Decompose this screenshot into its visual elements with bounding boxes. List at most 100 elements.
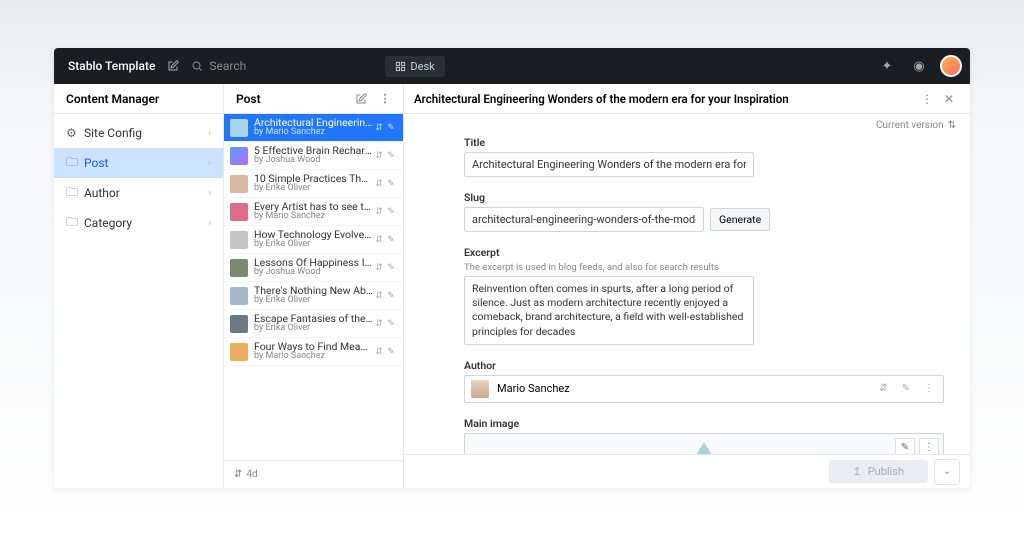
sync-icon[interactable]: ⇵ [373,207,385,217]
list-item-byline: by Erika Oliver [254,296,373,306]
document-panel: Architectural Engineering Wonders of the… [404,84,970,488]
list-item[interactable]: 5 Effective Brain Recharging ...by Joshu… [224,142,403,170]
sidebar-item-category[interactable]: 🗀 Category › [54,208,223,238]
list-item-byline: by Erika Oliver [254,324,373,334]
sync-icon[interactable]: ⇵ [373,291,385,301]
list-item-byline: by Joshua Wood [254,268,373,278]
folder-icon: 🗀 [66,213,84,234]
publish-button[interactable]: ↥ Publish [829,460,928,483]
menu-icon[interactable]: ⋮ [921,383,937,394]
edit-icon[interactable]: ✎ [385,179,397,189]
list-thumbnail [230,147,248,165]
list-thumbnail [230,315,248,333]
list-thumbnail [230,287,248,305]
post-list-header: Post [236,92,355,106]
edit-icon[interactable]: ✎ [899,383,913,394]
edit-image-icon[interactable]: ✎ [895,438,915,454]
list-item-byline: by Erika Oliver [254,184,373,194]
slug-input[interactable] [464,207,704,232]
list-item[interactable]: How Technology Evolved Un...by Erika Oli… [224,226,403,254]
image-menu-icon[interactable]: ⋮ [919,438,939,454]
sync-icon[interactable]: ⇵ [373,319,385,329]
building-image [649,442,759,454]
search-input[interactable]: Search [185,59,385,73]
edit-icon[interactable]: ✎ [385,123,397,133]
post-list-panel: Post ⋮ Architectural Engineering Wo...by… [224,84,404,488]
sync-icon[interactable]: ⇵ [373,235,385,245]
search-placeholder: Search [209,59,246,73]
chevron-updown-icon[interactable]: ⇅ [948,120,956,131]
search-icon [191,60,203,72]
edit-icon[interactable]: ✎ [385,207,397,217]
list-item[interactable]: Lessons Of Happiness I learn...by Joshua… [224,254,403,282]
brand-label: Stablo Template [62,59,161,73]
excerpt-field-label: Excerpt [464,246,910,259]
list-thumbnail [230,259,248,277]
doc-menu-icon[interactable]: ⋮ [916,92,938,106]
edit-icon[interactable]: ✎ [385,151,397,161]
unpublish-icon[interactable]: ⇵ [876,383,890,394]
title-field-label: Title [464,136,910,149]
list-item[interactable]: Architectural Engineering Wo...by Mario … [224,114,403,142]
sidebar-header: Content Manager [54,84,223,114]
list-item-byline: by Erika Oliver [254,240,373,250]
list-footer: ⇵ 4d [224,460,403,488]
folder-icon: 🗀 [66,153,84,174]
excerpt-field-hint: The excerpt is used in blog feeds, and a… [464,262,910,273]
chevron-right-icon: › [208,218,211,229]
sidebar-content-manager: Content Manager ⚙ Site Config › 🗀 Post ›… [54,84,224,488]
edit-icon[interactable]: ✎ [385,347,397,357]
sync-icon[interactable]: ⇵ [373,347,385,357]
list-item[interactable]: There's Nothing New About ...by Erika Ol… [224,282,403,310]
list-thumbnail [230,203,248,221]
mainimage-preview[interactable]: ✎ ⋮ [464,433,944,454]
document-title: Architectural Engineering Wonders of the… [414,92,916,106]
chevron-right-icon: › [208,188,211,199]
compose-icon[interactable] [355,93,375,105]
desk-tab[interactable]: Desk [385,56,444,77]
edit-icon[interactable]: ✎ [385,235,397,245]
author-field-label: Author [464,359,910,372]
author-reference[interactable]: Mario Sanchez ⇵ ✎ ⋮ [464,375,944,403]
sidebar-item-post[interactable]: 🗀 Post › [54,148,223,178]
edit-icon[interactable]: ✎ [385,319,397,329]
publish-dropdown[interactable]: ⌄ [934,459,960,485]
list-thumbnail [230,119,248,137]
chevron-right-icon: › [208,128,211,139]
sync-icon[interactable]: ⇵ [373,123,385,133]
list-item[interactable]: Escape Fantasies of the Tech...by Erika … [224,310,403,338]
title-input[interactable] [464,152,754,177]
list-item[interactable]: Every Artist has to see the A...by Mario… [224,198,403,226]
edit-icon[interactable]: ✎ [385,291,397,301]
slug-field-label: Slug [464,191,910,204]
sidebar-item-site-config[interactable]: ⚙ Site Config › [54,118,223,148]
user-avatar[interactable] [940,55,962,77]
list-thumbnail [230,343,248,361]
sidebar-item-author[interactable]: 🗀 Author › [54,178,223,208]
sync-icon[interactable]: ⇵ [373,263,385,273]
sync-icon[interactable]: ⇵ [373,179,385,189]
list-item[interactable]: 10 Simple Practices That Will...by Erika… [224,170,403,198]
list-item[interactable]: Four Ways to Find Meaning i...by Mario S… [224,338,403,366]
excerpt-input[interactable]: Reinvention often comes in spurts, after… [464,276,754,345]
edit-workspace-icon[interactable] [161,60,185,72]
menu-icon[interactable]: ⋮ [375,92,395,105]
edit-icon[interactable]: ✎ [385,263,397,273]
list-item-byline: by Mario Sanchez [254,352,373,362]
list-thumbnail [230,231,248,249]
sync-icon[interactable]: ⇵ [373,151,385,161]
list-thumbnail [230,175,248,193]
mainimage-field-label: Main image [464,417,910,430]
version-label[interactable]: Current version [876,120,944,131]
chevron-right-icon: › [208,158,211,169]
help-icon[interactable]: ◉ [908,55,930,77]
author-avatar [471,380,489,398]
close-icon[interactable]: ✕ [938,92,960,106]
gear-icon: ⚙ [66,126,84,140]
list-item-byline: by Mario Sanchez [254,212,373,222]
sparkle-icon[interactable]: ✦ [876,55,898,77]
publish-icon: ↥ [853,465,862,478]
generate-button[interactable]: Generate [710,208,770,231]
top-bar: Stablo Template Search Desk ✦ ◉ [54,48,970,84]
folder-icon: 🗀 [66,183,84,204]
